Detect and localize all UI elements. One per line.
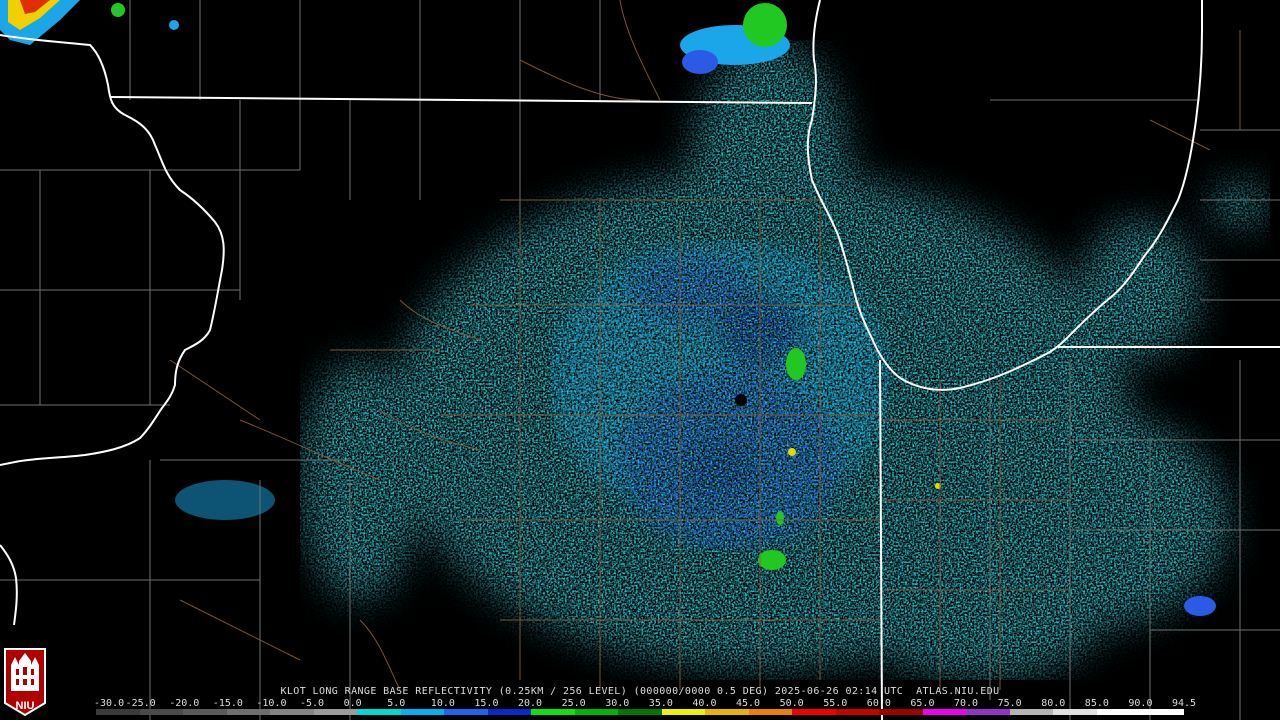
scale-label: 40.0	[692, 698, 717, 709]
echo-west-field	[300, 360, 420, 600]
scale-label: -15.0	[212, 698, 243, 709]
scale-label: -5.0	[300, 698, 325, 709]
echo-strong-cell	[788, 448, 796, 456]
scale-label: 35.0	[648, 698, 673, 709]
scale-label: 0.0	[343, 698, 362, 709]
scale-label: 85.0	[1084, 698, 1109, 709]
colorbar-segment	[444, 709, 488, 715]
colorbar-segment	[400, 709, 445, 715]
scale-label: 55.0	[823, 698, 848, 709]
scale-label: 10.0	[430, 698, 455, 709]
scale-label: 80.0	[1041, 698, 1066, 709]
scale-label: 65.0	[910, 698, 935, 709]
scale-label: -25.0	[125, 698, 156, 709]
scale-label: 70.0	[954, 698, 979, 709]
colorbar-segment	[1053, 709, 1097, 715]
colorbar-segment	[792, 709, 836, 715]
scale-label: 20.0	[518, 698, 543, 709]
colorbar-segment	[139, 709, 184, 715]
colorbar-segment	[183, 709, 227, 715]
colorbar-segment	[1009, 709, 1054, 715]
echo-northeast-field	[1080, 220, 1200, 360]
colorbar-segment	[661, 709, 706, 715]
colorbar-segment	[879, 709, 923, 715]
scale-label: 45.0	[736, 698, 761, 709]
scale-label: -20.0	[169, 698, 200, 709]
colorbar-segment	[835, 709, 880, 715]
scale-label: 75.0	[997, 698, 1022, 709]
echo-moderate-cell-2	[776, 511, 784, 525]
colorbar-segment	[748, 709, 793, 715]
echo-moderate-cell-south	[758, 550, 786, 570]
scale-label: 25.0	[561, 698, 586, 709]
colorbar-segment	[487, 709, 532, 715]
colorbar-segment	[357, 709, 401, 715]
scale-label: 5.0	[387, 698, 406, 709]
colorbar-segment	[226, 709, 271, 715]
scale-label: -10.0	[256, 698, 287, 709]
colorbar-segment	[618, 709, 662, 715]
niu-logo-text: NIU	[16, 700, 35, 712]
colorbar-segment	[705, 709, 749, 715]
colorbar-segment	[270, 709, 314, 715]
echo-heavy-south	[680, 440, 760, 500]
colorbar-segment	[966, 709, 1010, 715]
colorbar-segment	[922, 709, 967, 715]
echo-southeast-patch	[1184, 596, 1216, 616]
niu-logo: NIU	[4, 648, 46, 717]
echo-moderate-cell	[786, 348, 806, 380]
echo-south-field	[860, 560, 1100, 680]
scale-label: 30.0	[605, 698, 630, 709]
scale-label: 60.0	[866, 698, 891, 709]
product-caption: KLOT LONG RANGE BASE REFLECTIVITY (0.25K…	[280, 686, 1000, 697]
radar-site-marker	[735, 394, 747, 406]
reflectivity-colorbar	[96, 709, 1184, 715]
scale-label: 15.0	[474, 698, 499, 709]
colorbar-segment	[1140, 709, 1184, 715]
scale-label: 50.0	[779, 698, 804, 709]
colorbar-segment	[96, 709, 140, 715]
radar-map	[0, 0, 1280, 720]
colorbar-segment	[531, 709, 575, 715]
colorbar-segment	[574, 709, 619, 715]
colorbar-segment	[313, 709, 358, 715]
scale-label: -30.0	[94, 698, 125, 709]
echo-far-northeast	[1210, 183, 1270, 227]
colorbar-segment	[1096, 709, 1141, 715]
scale-label: 94.5	[1172, 698, 1197, 709]
scale-label: 90.0	[1128, 698, 1153, 709]
